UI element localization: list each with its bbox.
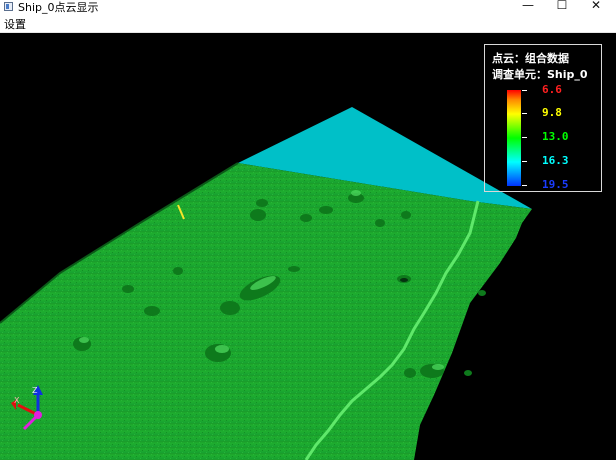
legend-tick xyxy=(522,113,527,114)
menu-settings[interactable]: 设置 xyxy=(4,16,26,32)
title-bar: Ship_0点云显示 — ☐ ✕ xyxy=(0,0,616,14)
point-cloud-viewport[interactable]: Z X 点云：组合数据 调查单元：Ship_0 6.6 9.8 13.0 16.… xyxy=(0,33,616,460)
legend-label-3: 13.0 xyxy=(542,130,569,143)
legend-tick xyxy=(522,185,527,186)
legend-label-2: 9.8 xyxy=(542,106,562,119)
terrain-surface xyxy=(0,163,532,460)
legend-colorbar xyxy=(507,90,521,186)
svg-text:X: X xyxy=(14,396,20,405)
color-legend: 点云：组合数据 调查单元：Ship_0 6.6 9.8 13.0 16.3 19… xyxy=(484,44,602,192)
menu-bar: 设置 xyxy=(0,14,616,33)
legend-title-pointcloud: 点云：组合数据 xyxy=(492,52,569,65)
legend-title-survey-unit: 调查单元：Ship_0 xyxy=(492,68,588,81)
legend-tick xyxy=(522,161,527,162)
legend-label-4: 16.3 xyxy=(542,154,569,167)
svg-text:Z: Z xyxy=(32,386,38,395)
window-title: Ship_0点云显示 xyxy=(18,1,99,14)
legend-tick xyxy=(522,137,527,138)
app-icon xyxy=(4,2,13,11)
close-button[interactable]: ✕ xyxy=(576,0,616,14)
terrain-pit xyxy=(400,278,408,282)
legend-tick xyxy=(522,90,527,91)
legend-label-min: 19.5 xyxy=(542,178,569,191)
legend-label-max: 6.6 xyxy=(542,83,562,96)
